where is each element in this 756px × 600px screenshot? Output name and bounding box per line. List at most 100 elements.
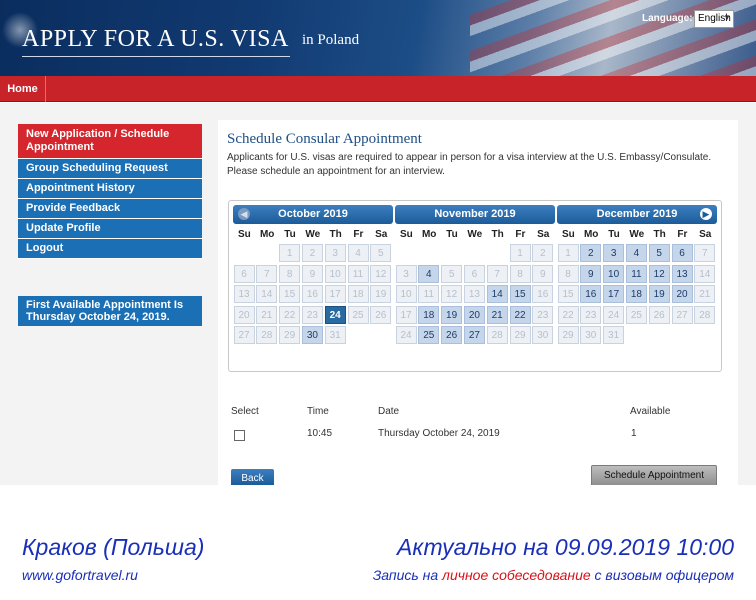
weekday-label: We: [467, 229, 483, 240]
weekday-label: Mo: [421, 229, 437, 240]
calendar-day: 12: [441, 285, 463, 303]
weekday-label: Su: [562, 229, 575, 240]
calendar-day: 7: [256, 264, 278, 283]
calendar-day[interactable]: 26: [441, 326, 463, 344]
calendar-day[interactable]: 4: [418, 264, 440, 283]
weekday-label: Su: [400, 229, 413, 240]
calendar-day: 23: [532, 305, 554, 324]
schedule-appointment-button[interactable]: Schedule Appointment: [591, 465, 717, 485]
calendar-day: 30: [532, 326, 554, 344]
sidebar-item[interactable]: Update Profile: [18, 219, 202, 239]
calendar-day[interactable]: 20: [671, 285, 693, 303]
back-button[interactable]: Back: [231, 469, 274, 485]
calendar-day[interactable]: 25: [418, 326, 440, 344]
first-available-notice: First Available Appointment Is Thursday …: [18, 296, 202, 326]
page-description: Applicants for U.S. visas are required t…: [227, 152, 712, 177]
country-label: in Poland: [302, 32, 360, 48]
page-title: Schedule Consular Appointment: [227, 131, 422, 147]
calendar-day[interactable]: 30: [301, 326, 323, 344]
calendar-day[interactable]: 19: [648, 285, 670, 303]
calendar-day[interactable]: 18: [625, 285, 647, 303]
calendar-day: 22: [557, 305, 579, 324]
calendar-day[interactable]: 14: [486, 285, 508, 303]
calendar-day: 1: [557, 244, 579, 262]
weekday-label: Sa: [699, 229, 712, 240]
calendar-day[interactable]: 21: [486, 305, 508, 324]
calendar-day: 29: [509, 326, 531, 344]
calendar-day: 29: [557, 326, 579, 344]
calendar-day: 1: [509, 244, 531, 262]
calendar-day: 15: [557, 285, 579, 303]
calendar-day[interactable]: 10: [603, 264, 625, 283]
day-grid: 1 2 3 4 5 6 7 8 9 10 11 12 13 14 15 16 17 18 19 20 21 22 23 24 2…: [233, 244, 393, 347]
calendar-month: December 2019 ▶ Su Mo Tu We Th Fr Sa 1 2 3 4 5 6 7 8 9 10 1…: [557, 205, 717, 347]
calendar-day[interactable]: 4: [625, 244, 647, 262]
calendar-day[interactable]: 3: [603, 244, 625, 262]
weekday-label: We: [305, 229, 321, 240]
sidebar-item[interactable]: Group Scheduling Request: [18, 159, 202, 179]
calendar-day: 24: [603, 305, 625, 324]
calendar-day[interactable]: 22: [509, 305, 531, 324]
calendar-day[interactable]: 16: [580, 285, 602, 303]
promo-note-highlight: личное собеседование: [442, 567, 591, 583]
calendar-day: 5: [370, 244, 392, 262]
column-header-select: Select: [231, 406, 259, 417]
column-header-date: Date: [378, 406, 400, 417]
weekday-label: Tu: [608, 229, 620, 240]
calendar-day[interactable]: 17: [603, 285, 625, 303]
sidebar-item[interactable]: Logout: [18, 239, 202, 259]
calendar-day[interactable]: 27: [463, 326, 485, 344]
calendar-day[interactable]: 19: [441, 305, 463, 324]
column-header-time: Time: [307, 406, 329, 417]
chevron-left-icon[interactable]: ◀: [238, 208, 250, 220]
calendar-day: 13: [463, 285, 485, 303]
calendar-day[interactable]: 9: [580, 264, 602, 283]
calendar-day[interactable]: 6: [671, 244, 693, 262]
calendar-day: 8: [279, 264, 301, 283]
calendar-day: 9: [532, 264, 554, 283]
month-title: December 2019: [596, 208, 678, 220]
column-header-available: Available: [630, 406, 671, 417]
calendar-day[interactable]: 2: [580, 244, 602, 262]
calendar-day[interactable]: 11: [625, 264, 647, 283]
calendar-day: 20: [233, 305, 255, 324]
calendar-day: 16: [532, 285, 554, 303]
weekday-row: Su Mo Tu We Th Fr Sa: [557, 226, 717, 244]
calendar-day: 2: [532, 244, 554, 262]
select-slot-checkbox[interactable]: [234, 430, 245, 441]
sidebar-item[interactable]: Appointment History: [18, 179, 202, 199]
nav-home-link[interactable]: Home: [0, 76, 46, 102]
calendar-day: 7: [486, 264, 508, 283]
calendar-day: 8: [509, 264, 531, 283]
calendar-day: 27: [671, 305, 693, 324]
calendar-day: 10: [395, 285, 417, 303]
weekday-label: Mo: [259, 229, 275, 240]
day-grid: 1 2 3 4 5 6 7 8 9 10 11 12 13 14 15 16 17 18 19 20 21 22 23 24 2…: [395, 244, 555, 347]
calendar-day[interactable]: 18: [418, 305, 440, 324]
calendar-day: 23: [301, 305, 323, 324]
calendar-day[interactable]: 15: [509, 285, 531, 303]
calendar-day: 31: [324, 326, 346, 344]
calendar-day: 30: [580, 326, 602, 344]
slot-time: 10:45: [307, 428, 333, 439]
month-header: October 2019 ◀: [233, 205, 393, 224]
language-select[interactable]: English ▼: [694, 10, 734, 28]
calendar-day-selected[interactable]: 24: [324, 305, 346, 324]
calendar-day: 4: [347, 244, 369, 262]
calendar-day: 28: [486, 326, 508, 344]
calendar-day: 26: [648, 305, 670, 324]
calendar-day[interactable]: 5: [648, 244, 670, 262]
calendar-day[interactable]: 20: [463, 305, 485, 324]
calendar-day: 14: [256, 285, 278, 303]
sidebar-item[interactable]: Provide Feedback: [18, 199, 202, 219]
calendar-day[interactable]: 12: [648, 264, 670, 283]
language-label: Language:: [642, 13, 693, 24]
sidebar-item[interactable]: New Application / Schedule Appointment: [18, 124, 202, 159]
calendar-day[interactable]: 13: [671, 264, 693, 283]
site-header: APPLY FOR A U.S. VISA in Poland Language…: [0, 0, 756, 76]
month-header: November 2019: [395, 205, 555, 224]
calendar-day: 3: [395, 264, 417, 283]
chevron-right-icon[interactable]: ▶: [700, 208, 712, 220]
weekday-row: Su Mo Tu We Th Fr Sa: [395, 226, 555, 244]
calendar-day: 29: [279, 326, 301, 344]
